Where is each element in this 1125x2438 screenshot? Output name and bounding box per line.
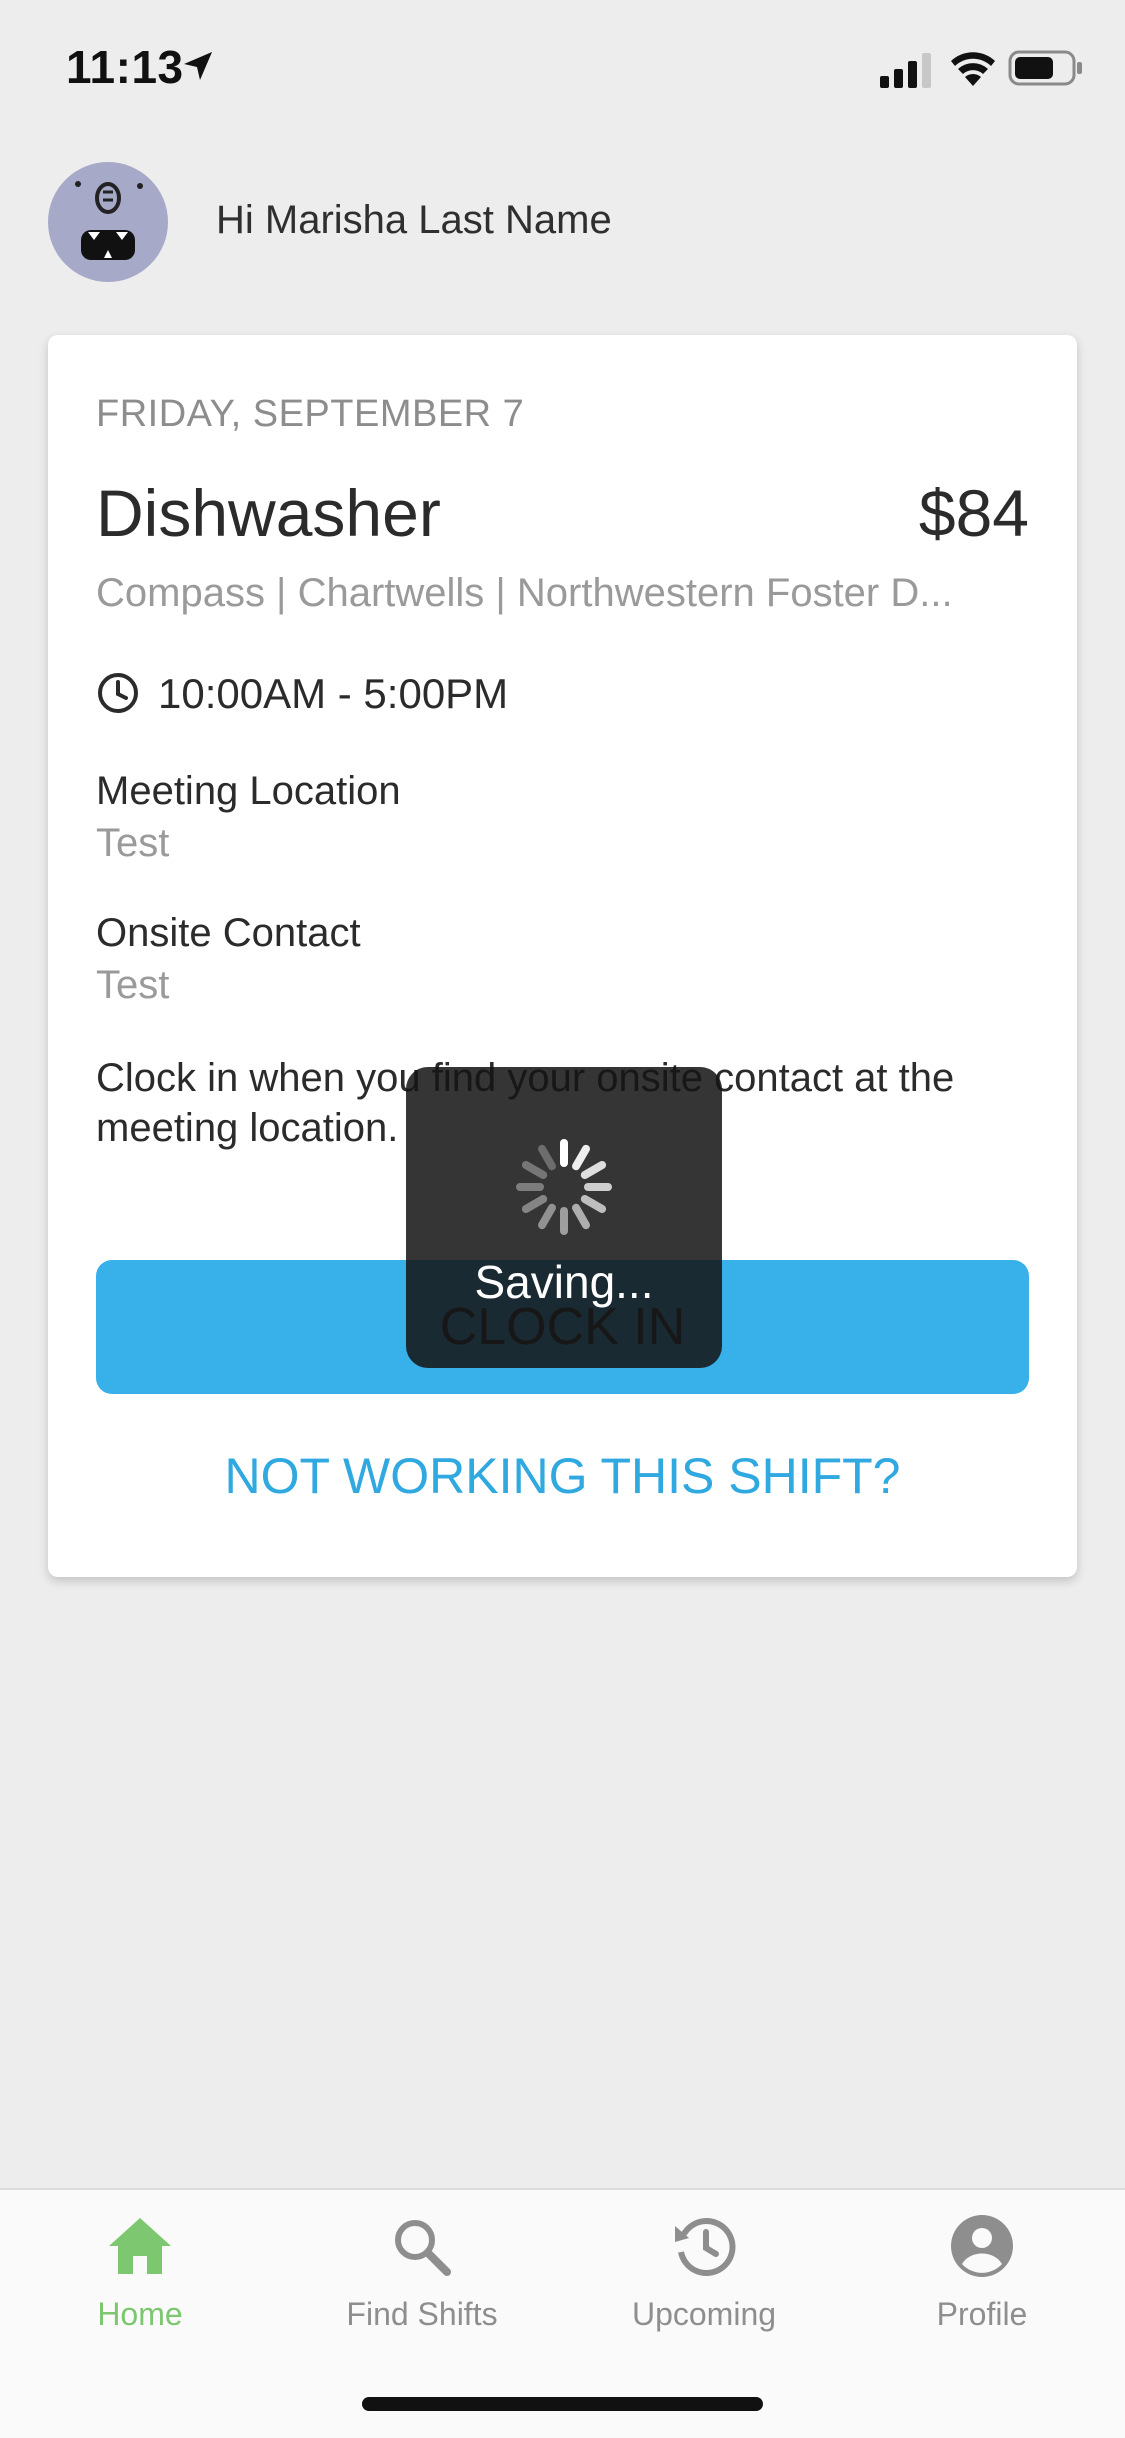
home-icon [109,2218,171,2274]
not-working-shift-link[interactable]: NOT WORKING THIS SHIFT? [48,1447,1077,1505]
tab-home-label: Home [97,2296,183,2332]
shift-card: FRIDAY, SEPTEMBER 7 Dishwasher $84 Compa… [48,335,1077,1577]
avatar[interactable] [48,162,168,282]
search-icon [395,2220,451,2276]
cellular-signal-icon [880,53,931,88]
meeting-location-label: Meeting Location [96,769,401,813]
greeting-text: Hi Marisha Last Name [216,198,612,242]
meeting-location-value: Test [96,821,170,865]
status-time: 11:13 [66,41,184,93]
tab-find-shifts-label: Find Shifts [346,2296,498,2332]
saving-overlay: Saving... [406,1067,722,1368]
wifi-icon [951,52,995,86]
status-bar: 11:13 [0,0,1125,132]
onsite-contact-label: Onsite Contact [96,911,361,955]
shift-location: Compass | Chartwells | Northwestern Fost… [96,571,953,615]
shift-time-range: 10:00AM - 5:00PM [158,670,509,717]
saving-text: Saving... [474,1256,654,1308]
clock-icon [98,673,138,713]
profile-icon [951,2215,1013,2277]
tab-find-shifts[interactable]: Find Shifts [322,2214,522,2364]
tab-upcoming-label: Upcoming [631,2296,777,2332]
tab-upcoming[interactable]: Upcoming [604,2214,804,2364]
shift-pay: $84 [918,476,1029,550]
loading-spinner-icon [516,1139,612,1235]
battery-icon [1008,50,1082,86]
shift-date: FRIDAY, SEPTEMBER 7 [96,393,525,435]
tab-home[interactable]: Home [40,2214,240,2364]
tab-profile-label: Profile [936,2296,1028,2332]
home-indicator[interactable] [362,2397,763,2411]
shift-title: Dishwasher [96,476,441,550]
onsite-contact-value: Test [96,963,170,1007]
location-arrow-icon [184,52,212,80]
tab-profile[interactable]: Profile [882,2214,1082,2364]
monster-avatar-icon [75,181,143,260]
history-clock-icon [675,2218,736,2276]
